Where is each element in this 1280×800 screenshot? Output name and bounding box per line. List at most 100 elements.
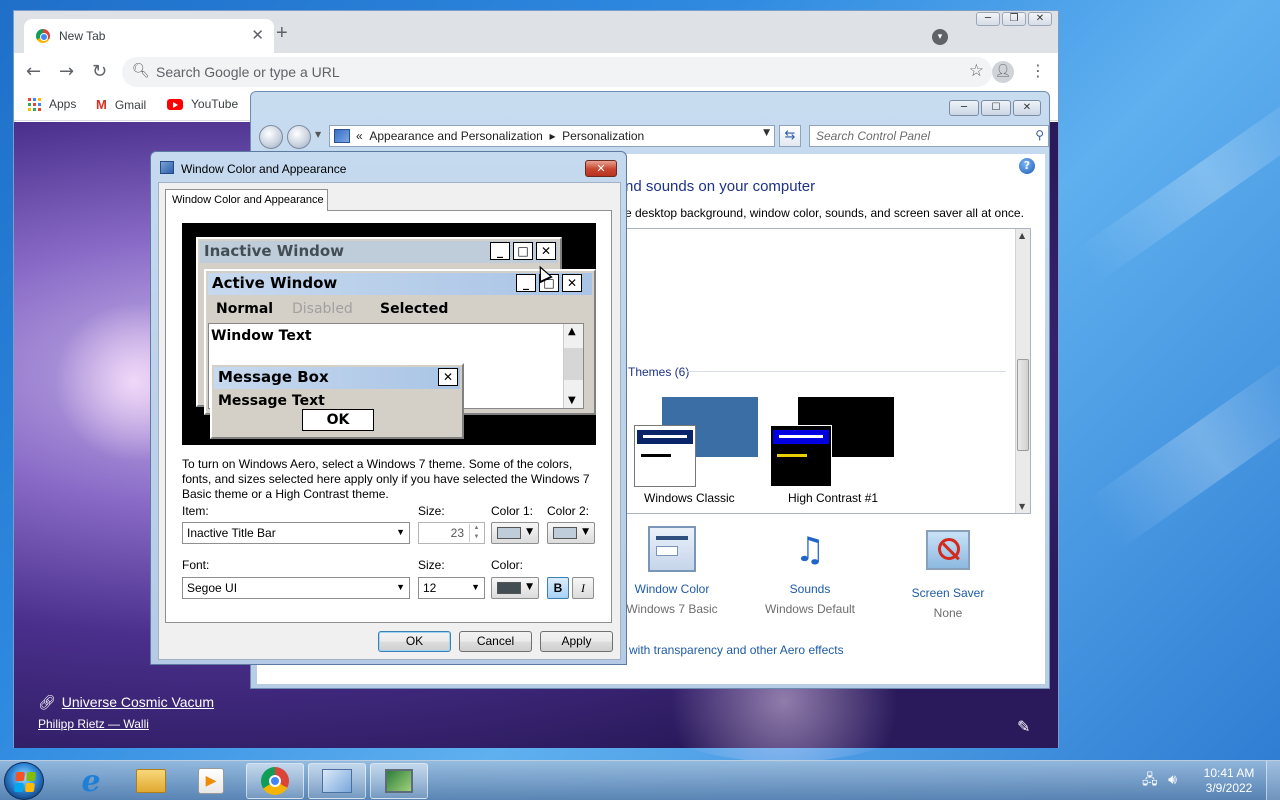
preview-menu-selected: Selected <box>380 301 449 317</box>
menu-kebab-icon[interactable]: ⋮ <box>1030 61 1046 80</box>
theme-preview-window <box>634 425 696 487</box>
breadcrumb-leaf[interactable]: Personalization <box>562 129 644 143</box>
customize-pencil-icon[interactable]: ✎ <box>1017 717 1030 736</box>
item-select[interactable]: Inactive Title Bar ▼ <box>182 522 410 544</box>
maximize-icon: □ <box>513 242 533 260</box>
themes-divider <box>686 371 1006 372</box>
taskbar-control-panel[interactable] <box>308 763 366 799</box>
system-clock[interactable]: 10:41 AM 3/9/2022 <box>1196 766 1262 796</box>
omnibox[interactable]: 🔍︎ Search Google or type a URL ☆ <box>122 57 992 87</box>
taskbar-file-explorer[interactable] <box>122 763 180 799</box>
preview-message-caption-buttons: ✕ <box>438 368 458 386</box>
chrome-toolbar: ← → ↻ 🔍︎ Search Google or type a URL ☆ 👤… <box>14 53 1058 91</box>
bookmark-youtube[interactable]: YouTube <box>167 97 238 111</box>
address-bar[interactable]: « Appearance and Personalization ▸ Perso… <box>329 125 775 147</box>
back-arrow-icon[interactable]: ← <box>26 61 41 82</box>
item-size-value: 23 <box>450 526 464 540</box>
bookmark-star-icon[interactable]: ☆ <box>969 61 984 81</box>
minimize-icon: _ <box>516 274 536 292</box>
youtube-icon <box>167 98 183 110</box>
window-color-item[interactable]: Window Color Windows 7 Basic <box>617 526 727 616</box>
tray-icons: 🖧︎ 🔊︎ <box>1142 769 1177 793</box>
scroll-up-icon[interactable]: ▲ <box>1019 231 1025 240</box>
ok-button[interactable]: OK <box>378 631 451 652</box>
profile-avatar-icon[interactable]: 👤︎ <box>992 61 1014 83</box>
aero-effects-link[interactable]: with transparency and other Aero effects <box>629 643 844 657</box>
tab-strip: New Tab ✕ + ▾ ─ ❐ ✕ <box>14 11 1058 53</box>
clock-date: 3/9/2022 <box>1205 781 1253 795</box>
volume-icon[interactable]: 🔊︎ <box>1168 772 1177 788</box>
preview-message-box[interactable]: Message Box ✕ Message Text OK <box>210 363 464 439</box>
tab-search-icon[interactable]: ▾ <box>932 29 948 45</box>
breadcrumb-root[interactable]: Appearance and Personalization <box>369 129 542 143</box>
page-subheading: e desktop background, window color, soun… <box>625 206 1024 220</box>
tab-close-icon[interactable]: ✕ <box>251 26 264 44</box>
reload-icon[interactable]: ↻ <box>92 61 107 82</box>
italic-toggle-button[interactable]: I <box>572 577 594 599</box>
taskbar-internet-explorer[interactable]: e <box>62 763 120 799</box>
minimize-button[interactable]: ─ <box>976 12 1000 26</box>
font-size-value: 12 <box>423 581 437 595</box>
taskbar-personalization[interactable] <box>370 763 428 799</box>
tab-window-color-appearance[interactable]: Window Color and Appearance <box>165 189 328 211</box>
sounds-item[interactable]: ♫ Sounds Windows Default <box>755 526 865 616</box>
maximize-button[interactable]: ☐ <box>981 100 1011 116</box>
apply-button[interactable]: Apply <box>540 631 613 652</box>
window-color-label: Window Color <box>634 582 710 596</box>
network-icon[interactable]: 🖧︎ <box>1142 772 1158 788</box>
bookmark-gmail[interactable]: M Gmail <box>96 97 146 112</box>
preview-ok-button: OK <box>302 409 374 431</box>
color1-picker[interactable]: ▼ <box>491 522 539 544</box>
chevron-down-icon: ▼ <box>396 582 405 592</box>
font-size-select[interactable]: 12 ▼ <box>418 577 485 599</box>
screen-saver-label: Screen Saver <box>911 586 985 600</box>
tab-new-tab[interactable]: New Tab ✕ <box>24 19 274 53</box>
page-heading: nd sounds on your computer <box>625 178 816 195</box>
background-author-link[interactable]: Philipp Rietz — Walli <box>38 717 149 731</box>
refresh-icon[interactable]: ⇆ <box>779 125 801 147</box>
search-icon: 🔍︎ <box>132 63 150 79</box>
taskbar-media-player[interactable]: ▶ <box>182 763 240 799</box>
back-button[interactable] <box>259 125 283 149</box>
appearance-preview[interactable]: Inactive Window _ □ ✕ Active Window _ □ ✕ No… <box>182 223 596 445</box>
minimize-button[interactable]: ─ <box>949 100 979 116</box>
start-button[interactable] <box>4 762 44 800</box>
stepper-arrows-icon[interactable]: ▲ ▼ <box>469 524 483 542</box>
font-color-picker[interactable]: ▼ <box>491 577 539 599</box>
show-desktop-button[interactable] <box>1266 761 1280 800</box>
scroll-down-icon: ▼ <box>568 395 576 406</box>
close-button[interactable]: ✕ <box>1013 100 1041 116</box>
control-panel-icon <box>334 129 350 143</box>
item-size-stepper[interactable]: 23 ▲ ▼ <box>418 522 485 544</box>
address-row: ▼ « Appearance and Personalization ▸ Per… <box>259 125 1049 149</box>
dialog-close-button[interactable]: ✕ <box>585 160 617 177</box>
scroll-thumb[interactable] <box>1017 359 1029 451</box>
help-icon[interactable]: ? <box>1019 158 1035 174</box>
restore-button[interactable]: ❐ <box>1002 12 1026 26</box>
link-icon: 🔗︎ <box>38 694 56 710</box>
taskbar-chrome[interactable] <box>246 763 304 799</box>
font-color-label: Color: <box>491 558 524 572</box>
close-button[interactable]: ✕ <box>1028 12 1052 26</box>
preview-menu-normal: Normal <box>216 301 274 317</box>
bookmark-apps[interactable]: Apps <box>28 97 76 111</box>
desktop-light-streak <box>1086 350 1280 550</box>
themes-scrollbar[interactable]: ▲ ▼ <box>1015 229 1030 513</box>
chevron-down-icon: ▼ <box>396 527 405 537</box>
screen-saver-item[interactable]: Screen Saver None <box>893 526 1003 620</box>
cancel-button[interactable]: Cancel <box>459 631 532 652</box>
bold-toggle-button[interactable]: B <box>547 577 569 599</box>
scroll-up-icon: ▲ <box>568 326 576 337</box>
forward-button[interactable] <box>287 125 311 149</box>
forward-arrow-icon[interactable]: → <box>59 61 74 82</box>
recent-pages-dropdown-icon[interactable]: ▼ <box>315 130 321 139</box>
color2-picker[interactable]: ▼ <box>547 522 595 544</box>
address-dropdown-icon[interactable]: ▼ <box>763 128 770 138</box>
themes-list[interactable]: Themes (6) Windows Classic High Contrast… <box>625 228 1031 514</box>
new-tab-button[interactable]: + <box>276 22 288 45</box>
font-select[interactable]: Segoe UI ▼ <box>182 577 410 599</box>
preview-message-title: Message Box <box>214 367 460 389</box>
background-title-link[interactable]: 🔗︎ Universe Cosmic Vacum <box>38 694 214 711</box>
search-control-panel-input[interactable]: Search Control Panel ⚲ <box>809 125 1049 147</box>
scroll-down-icon[interactable]: ▼ <box>1019 502 1025 511</box>
